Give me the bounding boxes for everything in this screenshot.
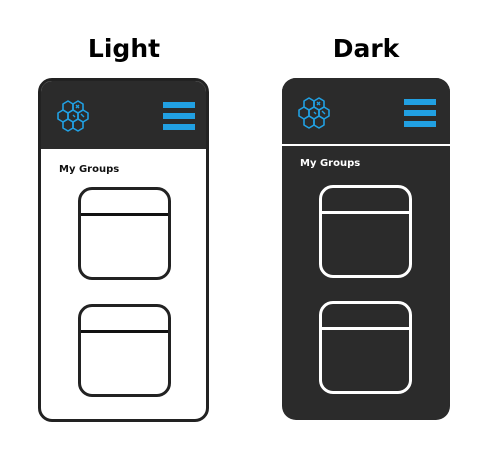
my-groups-heading: My Groups (300, 158, 361, 169)
hamburger-menu-icon[interactable] (163, 102, 195, 130)
dark-phone-mockup: My Groups (282, 78, 450, 420)
hamburger-menu-icon[interactable] (404, 99, 436, 127)
light-variant-title: Light (87, 34, 161, 63)
hexagon-cluster-logo-icon[interactable] (55, 99, 95, 133)
app-header (282, 78, 450, 146)
menu-bar (404, 99, 436, 105)
group-card[interactable] (78, 187, 171, 280)
app-header (41, 81, 206, 149)
menu-bar (404, 110, 436, 116)
group-card[interactable] (319, 185, 412, 278)
hexagon-cluster-logo-icon[interactable] (296, 96, 336, 130)
menu-bar (404, 121, 436, 127)
menu-bar (163, 124, 195, 130)
card-divider (322, 211, 409, 214)
my-groups-heading: My Groups (59, 164, 120, 175)
light-phone-mockup: My Groups (38, 78, 209, 422)
card-divider (81, 213, 168, 216)
menu-bar (163, 102, 195, 108)
group-card[interactable] (78, 304, 171, 397)
dark-variant-title: Dark (332, 34, 400, 63)
menu-bar (163, 113, 195, 119)
card-divider (322, 327, 409, 330)
card-divider (81, 330, 168, 333)
group-card[interactable] (319, 301, 412, 394)
